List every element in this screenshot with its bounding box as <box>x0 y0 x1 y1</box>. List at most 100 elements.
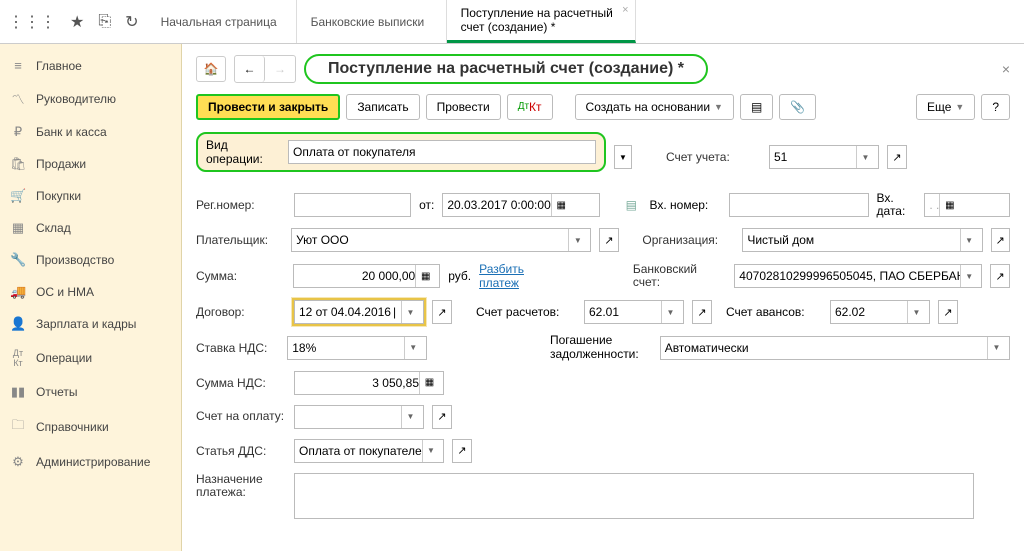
payer-open-button[interactable]: ↗ <box>599 228 618 252</box>
sidebar-item-admin[interactable]: ⚙Администрирование <box>0 446 181 478</box>
invoice-open-button[interactable]: ↗ <box>432 405 452 429</box>
org-select[interactable]: Чистый дом▼ <box>742 228 982 252</box>
top-icon-group: ⋮⋮⋮ ★ ⎘ ↻ <box>0 0 147 43</box>
regnum-input[interactable] <box>294 193 411 217</box>
chart-icon: 〽 <box>10 89 26 108</box>
debt-select[interactable]: Автоматически▼ <box>660 336 1010 360</box>
sidebar-item-catalogs[interactable]: 🗀Справочники <box>0 408 181 446</box>
operation-type-select[interactable]: Оплата от покупателя <box>288 140 596 164</box>
close-icon[interactable]: × <box>1002 61 1010 77</box>
apps-icon[interactable]: ⋮⋮⋮ <box>8 12 56 32</box>
sum-input[interactable]: 20 000,00▦ <box>293 264 441 288</box>
operation-type-group: Вид операции: Оплата от покупателя <box>196 132 606 172</box>
tab-home[interactable]: Начальная страница <box>147 0 297 43</box>
content-area: 🏠 ← → Поступление на расчетный счет (соз… <box>182 44 1024 551</box>
vat-sum-input[interactable]: 3 050,85▦ <box>294 371 444 395</box>
tab-receipt-create[interactable]: Поступление на расчетный счет (создание)… <box>447 0 636 43</box>
history-icon[interactable]: ↻ <box>125 12 138 32</box>
cart-icon: 🛒 <box>10 188 26 204</box>
split-payment-link[interactable]: Разбить платеж <box>479 262 566 290</box>
sidebar-item-stock[interactable]: ▦Склад <box>0 212 181 244</box>
invoice-label: Счет на оплату: <box>196 410 286 423</box>
post-button[interactable]: Провести <box>426 94 501 120</box>
dtkt-button[interactable]: ДтКт <box>507 94 553 120</box>
wrench-icon: 🔧 <box>10 252 26 268</box>
indate-label: Вх. дата: <box>877 192 917 218</box>
top-toolbar: ⋮⋮⋮ ★ ⎘ ↻ Начальная страница Банковские … <box>0 0 1024 44</box>
org-open-button[interactable]: ↗ <box>991 228 1010 252</box>
debt-label: Погашение задолженности: <box>550 334 652 360</box>
org-label: Организация: <box>642 233 734 247</box>
bars-icon: ▮▮ <box>10 384 26 400</box>
sidebar-item-operations[interactable]: ДтКтОперации <box>0 340 181 376</box>
innum-input[interactable] <box>729 193 868 217</box>
clip-icon[interactable]: ⎘ <box>98 13 111 31</box>
folder-icon: 🗀 <box>10 416 26 438</box>
currency-label: руб. <box>448 269 471 283</box>
dds-select[interactable]: Оплата от покупателей▼ <box>294 439 444 463</box>
help-button[interactable]: ? <box>981 94 1010 120</box>
sidebar-item-sales[interactable]: 🛍Продажи <box>0 148 181 180</box>
sidebar-item-manager[interactable]: 〽Руководителю <box>0 81 181 116</box>
menu-icon: ≡ <box>10 58 26 73</box>
bank-select[interactable]: 40702810299996505045, ПАО СБЕРБАНК▼ <box>734 264 982 288</box>
home-button[interactable]: 🏠 <box>196 56 226 82</box>
settle-select[interactable]: 62.01▼ <box>584 300 684 324</box>
attach-button[interactable]: 📎 <box>779 94 816 120</box>
payer-select[interactable]: Уют ООО▼ <box>291 228 591 252</box>
bank-open-button[interactable]: ↗ <box>990 264 1010 288</box>
tab-bar: Начальная страница Банковские выписки По… <box>147 0 636 43</box>
tab-bank-statements[interactable]: Банковские выписки <box>297 0 447 43</box>
advance-select[interactable]: 62.02▼ <box>830 300 930 324</box>
vat-rate-label: Ставка НДС: <box>196 341 279 355</box>
calc-icon[interactable]: ▦ <box>415 265 435 287</box>
gear-icon: ⚙ <box>10 454 26 470</box>
ruble-icon: ₽ <box>10 124 26 140</box>
settle-open-button[interactable]: ↗ <box>692 300 712 324</box>
forward-button[interactable]: → <box>265 56 295 82</box>
save-button[interactable]: Записать <box>346 94 419 120</box>
doc-button[interactable]: ▤ <box>740 94 773 120</box>
tab-close-icon[interactable]: × <box>622 4 628 16</box>
dds-label: Статья ДДС: <box>196 444 286 458</box>
calc-icon-2[interactable]: ▦ <box>419 372 439 394</box>
indate-input[interactable]: . .▦ <box>924 193 1010 217</box>
sidebar-item-bank[interactable]: ₽Банк и касса <box>0 116 181 148</box>
calendar-icon-2[interactable]: ▦ <box>939 194 959 216</box>
sidebar-item-production[interactable]: 🔧Производство <box>0 244 181 276</box>
sidebar-item-reports[interactable]: ▮▮Отчеты <box>0 376 181 408</box>
purpose-textarea[interactable] <box>294 473 974 519</box>
vat-sum-label: Сумма НДС: <box>196 376 286 390</box>
star-icon[interactable]: ★ <box>70 12 84 32</box>
account-open-button[interactable]: ↗ <box>887 145 907 169</box>
dtkt-icon: ДтКт <box>10 348 26 368</box>
invoice-select[interactable]: ▼ <box>294 405 424 429</box>
account-select[interactable]: 51▼ <box>769 145 879 169</box>
regnum-label: Рег.номер: <box>196 198 286 212</box>
page-title: Поступление на расчетный счет (создание)… <box>304 54 708 84</box>
contract-label: Договор: <box>196 305 286 319</box>
calendar-icon[interactable]: ▦ <box>551 194 571 216</box>
create-based-button[interactable]: Создать на основании▼ <box>575 94 734 120</box>
sum-label: Сумма: <box>196 269 285 283</box>
purpose-label: Назначение платежа: <box>196 473 286 499</box>
grid-icon: ▦ <box>10 220 26 236</box>
sidebar-item-purchases[interactable]: 🛒Покупки <box>0 180 181 212</box>
payer-label: Плательщик: <box>196 233 283 247</box>
contract-open-button[interactable]: ↗ <box>432 300 452 324</box>
dds-open-button[interactable]: ↗ <box>452 439 472 463</box>
more-button[interactable]: Еще▼ <box>916 94 975 120</box>
vat-rate-select[interactable]: 18%▼ <box>287 336 426 360</box>
truck-icon: 🚚 <box>10 284 26 300</box>
contract-select[interactable]: 12 от 04.04.2016|▼ <box>294 300 424 324</box>
bag-icon: 🛍 <box>10 156 26 172</box>
sidebar-item-hr[interactable]: 👤Зарплата и кадры <box>0 308 181 340</box>
advance-open-button[interactable]: ↗ <box>938 300 958 324</box>
operation-type-dropdown[interactable]: ▼ <box>614 145 632 169</box>
operation-type-label: Вид операции: <box>206 138 278 166</box>
sidebar-item-assets[interactable]: 🚚ОС и НМА <box>0 276 181 308</box>
back-button[interactable]: ← <box>235 56 265 82</box>
sidebar-item-main[interactable]: ≡Главное <box>0 50 181 81</box>
from-date-input[interactable]: 20.03.2017 0:00:00▦ <box>442 193 599 217</box>
post-and-close-button[interactable]: Провести и закрыть <box>196 94 340 120</box>
